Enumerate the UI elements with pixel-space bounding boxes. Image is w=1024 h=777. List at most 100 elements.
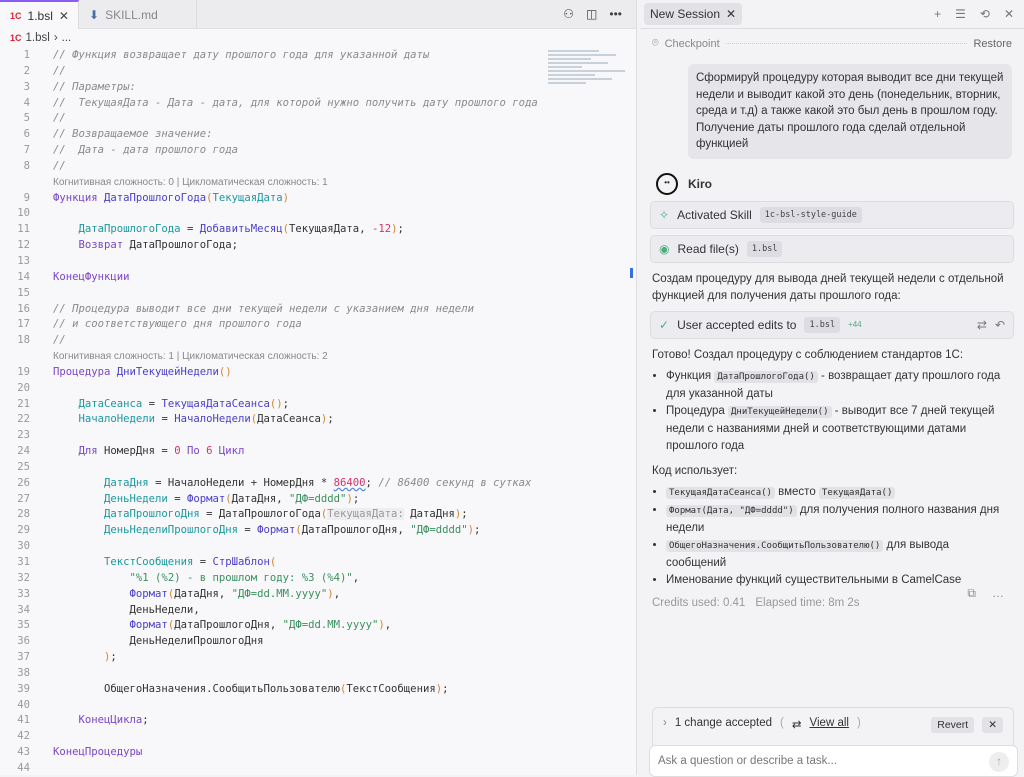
- history-icon[interactable]: ⟲: [980, 7, 990, 21]
- breadcrumb-more[interactable]: ...: [62, 32, 72, 44]
- code-line: 26 ДатаДня = НачалоНедели + НомерДня * 8…: [0, 476, 548, 492]
- complexity-codelens[interactable]: Когнитивная сложность: 0 | Цикломатическ…: [0, 175, 548, 191]
- code-line: 36 ДеньНеделиПрошлогоДня: [0, 634, 548, 650]
- tab-new-session[interactable]: New Session ✕: [644, 3, 743, 25]
- code-token: ТекущаяДата,: [289, 223, 372, 236]
- text: Процедура: [666, 404, 728, 417]
- accepted-edits-card[interactable]: ✓ User accepted edits to 1.bsl +44 ⇄ ↶: [650, 310, 1014, 339]
- breadcrumb-file[interactable]: 1.bsl: [26, 32, 50, 44]
- line-number: 8: [23, 159, 30, 172]
- line-number: 19: [17, 365, 30, 378]
- code-line: 12 Возврат ДатаПрошлогоГода;: [0, 238, 548, 254]
- chevron-right-icon[interactable]: ›: [663, 717, 667, 729]
- code-token: //: [53, 112, 66, 125]
- more-icon[interactable]: •••: [609, 7, 622, 21]
- code-token: = ДатаПрошлогоГода: [199, 508, 321, 521]
- line-number: 18: [17, 334, 30, 347]
- line-number: 20: [17, 381, 30, 394]
- scrollbar-marker[interactable]: [630, 268, 633, 278]
- complexity-codelens[interactable]: Когнитивная сложность: 1 | Цикломатическ…: [0, 349, 548, 365]
- code-token: ДниТекущейНедели: [116, 365, 219, 378]
- tab-skill-md[interactable]: ⬇ SKILL.md: [79, 0, 197, 29]
- line-number: 37: [17, 651, 30, 664]
- code-token: Формат: [186, 492, 226, 505]
- diff-count: +44: [848, 320, 862, 329]
- line-number: 11: [17, 223, 30, 236]
- code-token: ;: [142, 714, 149, 727]
- code-line: 35 Формат(ДатаПрошлогоДня, "ДФ=dd.MM.yyy…: [0, 618, 548, 634]
- code-token: ТекстСообщения: [104, 556, 194, 568]
- close-icon[interactable]: ✕: [1004, 7, 1014, 21]
- text: Функция: [666, 369, 715, 382]
- list-item: Процедура ДниТекущейНедели() - выводит в…: [666, 403, 1012, 455]
- code-token: 86400: [333, 476, 366, 489]
- code-line: 16 // Процедура выводит все дни текущей н…: [0, 302, 548, 318]
- undo-icon[interactable]: ↶: [995, 318, 1005, 332]
- markdown-file-icon: ⬇: [89, 7, 100, 22]
- send-arrow-icon[interactable]: ↑: [989, 752, 1009, 772]
- code-line: 37 );: [0, 650, 548, 666]
- notes-icon[interactable]: ☰: [955, 7, 966, 21]
- line-number: 9: [23, 191, 30, 204]
- line-number: 1: [23, 49, 30, 61]
- tab-1-bsl[interactable]: 1C 1.bsl ✕: [0, 0, 79, 29]
- file-chip[interactable]: 1.bsl: [746, 240, 783, 257]
- line-number: 31: [17, 556, 30, 568]
- more-icon[interactable]: …: [992, 586, 1004, 601]
- code-area[interactable]: 1 // Функция возвращает дату прошлого год…: [0, 48, 548, 777]
- code-line: 6 // Возвращаемое значение:: [0, 127, 548, 143]
- breadcrumb: 1C 1.bsl ›...: [0, 29, 636, 47]
- line-number: 6: [23, 128, 30, 141]
- close-icon[interactable]: ✕: [59, 9, 69, 23]
- 1c-file-icon: 1C: [10, 33, 22, 43]
- plus-icon[interactable]: +: [934, 7, 941, 21]
- close-icon[interactable]: ✕: [726, 7, 736, 21]
- code-line: 30: [0, 539, 548, 555]
- diff-icon[interactable]: ⇄: [977, 318, 987, 332]
- skill-chip[interactable]: 1c-bsl-style-guide: [759, 206, 862, 223]
- elapsed-time: Elapsed time: 8m 2s: [755, 596, 860, 609]
- view-all-link[interactable]: View all: [810, 717, 849, 729]
- code-token: Формат: [257, 524, 296, 537]
- code-token: "ДФ=dddd": [289, 492, 347, 505]
- read-files-card[interactable]: ◉ Read file(s) 1.bsl: [650, 234, 1014, 263]
- code-token: ;: [110, 651, 117, 664]
- code-line: 40: [0, 698, 548, 714]
- code-line: 43 КонецПроцедуры: [0, 745, 548, 761]
- restore-button[interactable]: Restore: [973, 38, 1012, 50]
- line-number: 5: [23, 112, 30, 125]
- chat-input[interactable]: Ask a question or describe a task... ↑: [649, 745, 1018, 777]
- close-icon[interactable]: ✕: [982, 717, 1003, 733]
- checkpoint-label: Checkpoint: [664, 37, 720, 50]
- code-token: ДатаПрошлогоГода: [78, 223, 181, 236]
- revert-button[interactable]: Revert: [931, 717, 975, 733]
- list-item: Функция ДатаПрошлогоГода() - возвращает …: [666, 368, 1012, 403]
- code-token: //: [53, 64, 66, 77]
- file-chip[interactable]: 1.bsl: [804, 316, 841, 333]
- split-editor-icon[interactable]: ◫: [586, 7, 597, 21]
- code-token: ДатаПрошлогоГода: [104, 191, 207, 204]
- changes-bar: › 1 change accepted(⇄ View all) Revert ✕: [652, 707, 1014, 747]
- code-token: Формат: [129, 619, 168, 632]
- code-token: //: [53, 159, 66, 172]
- code-line: 44: [0, 761, 548, 777]
- uses-list: ТекущаяДатаСеанса() вместо ТекущаяДата()…: [666, 484, 1012, 589]
- code-token: НачалоНедели: [174, 413, 251, 426]
- copy-icon[interactable]: ⧉: [967, 586, 976, 601]
- account-icon[interactable]: ⚇: [563, 7, 574, 21]
- code-token: ;: [352, 492, 360, 505]
- code-token: =: [142, 397, 162, 410]
- minimap[interactable]: [548, 48, 633, 128]
- code-token: ДатаПрошлогоДня: [104, 508, 200, 521]
- code-token: КонецЦикла: [78, 714, 143, 727]
- location-pin-icon: ⌾: [652, 37, 659, 49]
- code-token: НачалоНедели: [78, 413, 156, 426]
- code-token: (): [269, 397, 283, 410]
- activated-skill-card[interactable]: ✧ Activated Skill 1c-bsl-style-guide: [650, 200, 1014, 229]
